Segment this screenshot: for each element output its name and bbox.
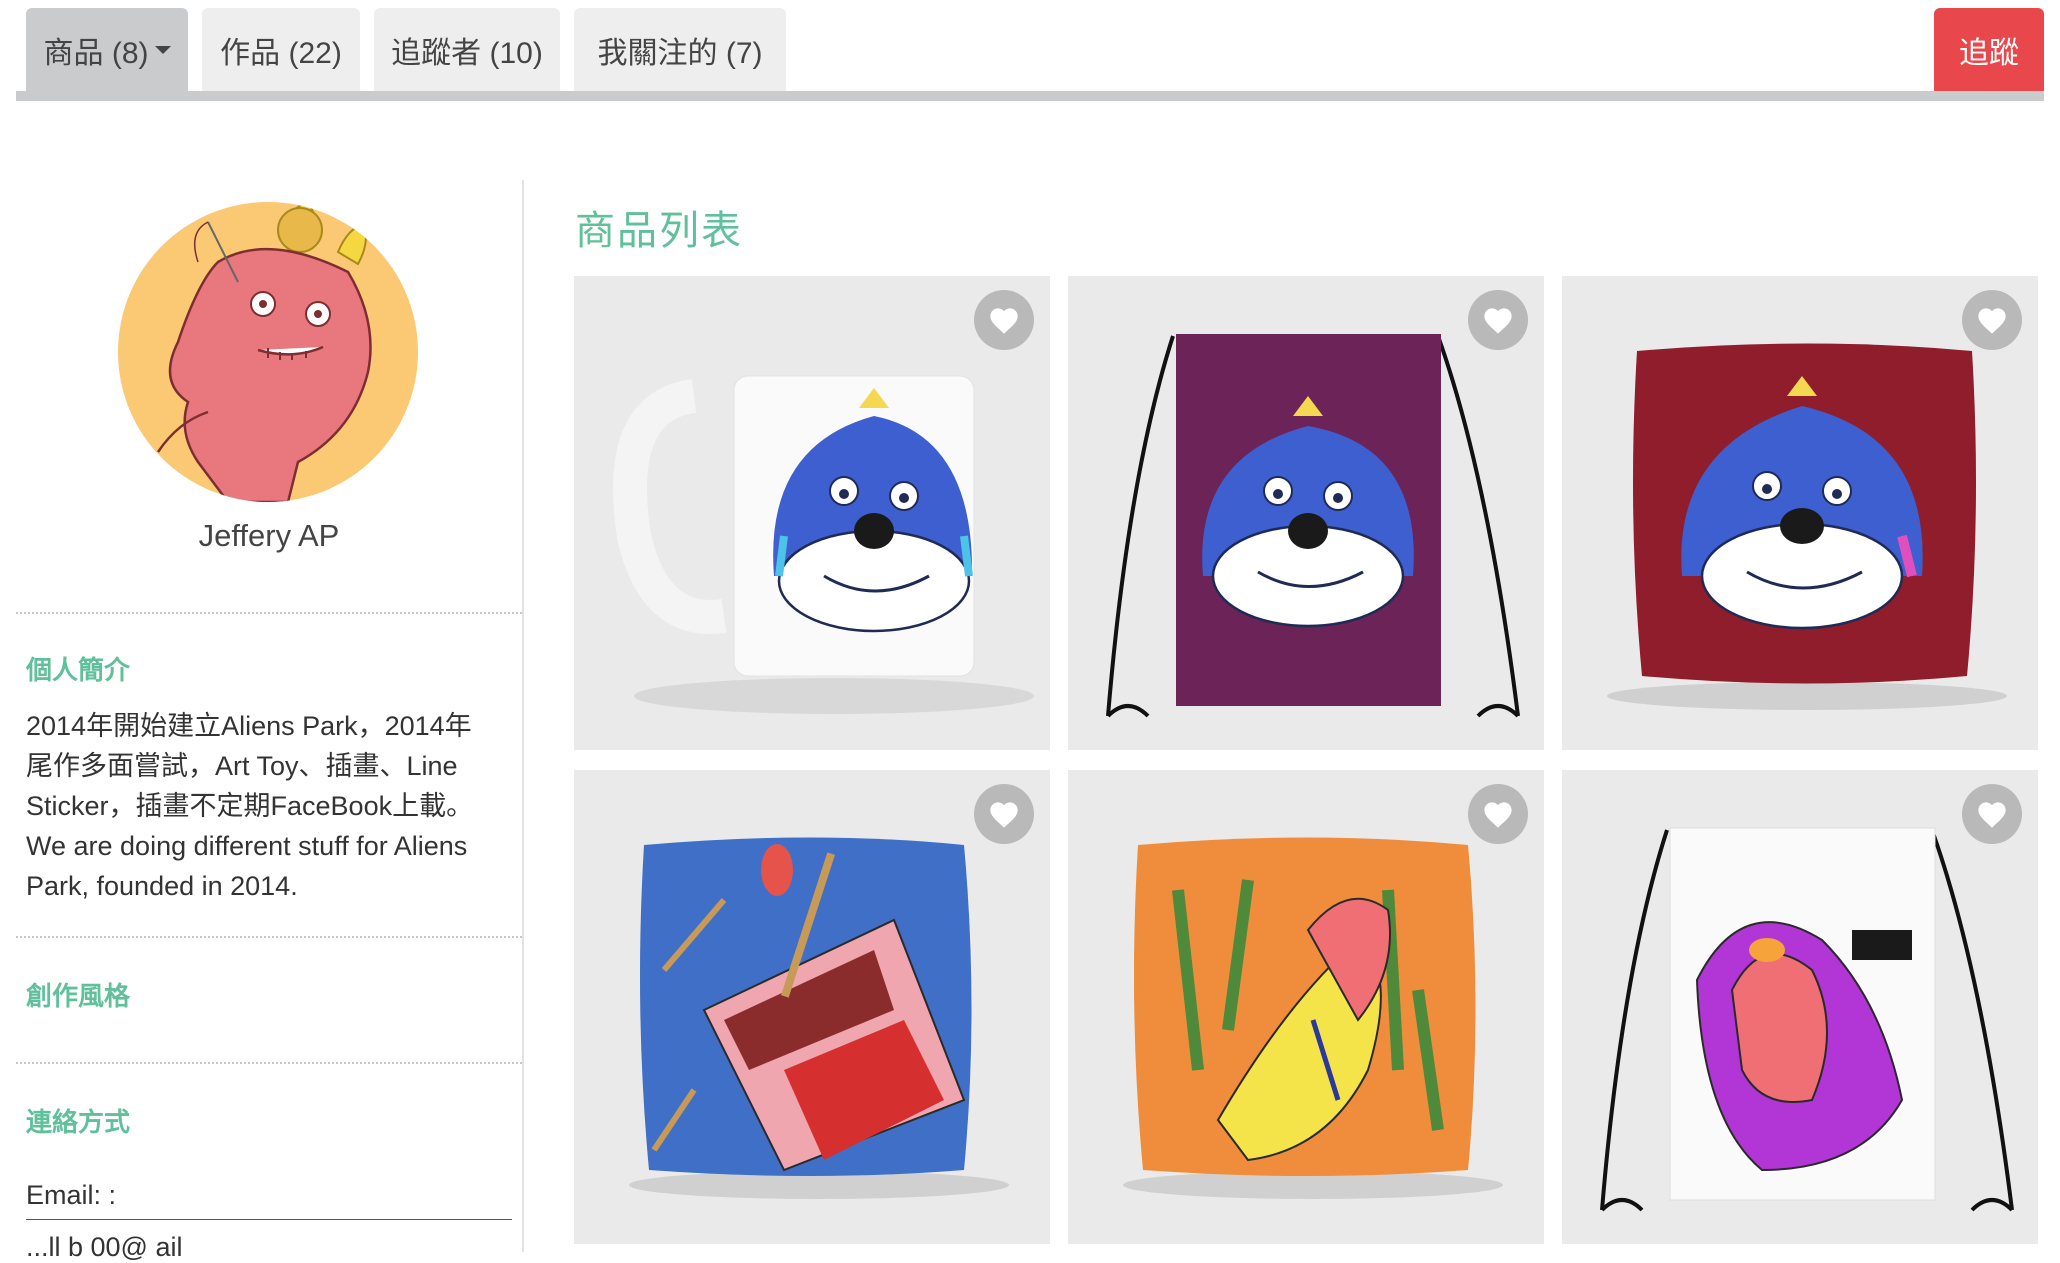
profile-tab-bar: 商品 (8) 作品 (22) 追蹤者 (10) 我關注的 (7) 追蹤: [16, 0, 2044, 104]
product-card-drawstring-bag[interactable]: [1068, 276, 1544, 750]
heart-icon: [1978, 802, 2006, 828]
bio-line: We are doing different stuff for Aliens: [26, 831, 468, 861]
tab-products[interactable]: 商品 (8): [26, 8, 188, 92]
bio-text: 2014年開始建立Aliens Park，2014年 尾作多面嘗試，Art To…: [26, 706, 516, 906]
product-image: [1068, 770, 1544, 1244]
divider: [16, 612, 522, 614]
favorite-button[interactable]: [1468, 290, 1528, 350]
heart-icon: [1484, 308, 1512, 334]
favorite-button[interactable]: [1962, 290, 2022, 350]
product-image: [574, 276, 1050, 750]
product-card-pillow-orange[interactable]: [1068, 770, 1544, 1244]
profile-sidebar: Jeffery AP 個人簡介 2014年開始建立Aliens Park，201…: [16, 180, 524, 1262]
product-image: [574, 770, 1050, 1244]
email-label: Email: :: [26, 1180, 117, 1210]
avatar: [118, 202, 418, 502]
divider: [16, 936, 522, 938]
bio-line: 2014年開始建立Aliens Park，2014年: [26, 711, 472, 741]
favorite-button[interactable]: [1468, 784, 1528, 844]
tab-followers[interactable]: 追蹤者 (10): [374, 8, 560, 92]
divider: [16, 1062, 522, 1064]
favorite-button[interactable]: [974, 290, 1034, 350]
tab-works[interactable]: 作品 (22): [202, 8, 360, 92]
bio-line: Sticker，插畫不定期FaceBook上載。: [26, 791, 474, 821]
product-image: [1562, 770, 2038, 1244]
follow-button[interactable]: 追蹤: [1934, 8, 2044, 92]
tab-bar-underline: [16, 91, 2044, 101]
email-underline: [26, 1219, 512, 1220]
tab-following-label: 我關注的 (7): [597, 37, 763, 70]
product-image: [1562, 276, 2038, 750]
heart-icon: [990, 802, 1018, 828]
heart-icon: [990, 308, 1018, 334]
product-card-pillow-red[interactable]: [1562, 276, 2038, 750]
profile-name: Jeffery AP: [198, 518, 340, 553]
product-image: [1068, 276, 1544, 750]
tab-following[interactable]: 我關注的 (7): [574, 8, 786, 92]
product-card-drawstring-bag-white[interactable]: [1562, 770, 2038, 1244]
contact-title: 連絡方式: [26, 1107, 131, 1137]
heart-icon: [1978, 308, 2006, 334]
bio-line: 尾作多面嘗試，Art Toy、插畫、Line: [26, 751, 458, 781]
style-title: 創作風格: [26, 981, 131, 1011]
tab-followers-label: 追蹤者 (10): [391, 37, 543, 70]
tab-works-label: 作品 (22): [220, 37, 342, 70]
avatar-illustration: [156, 202, 372, 502]
tab-products-label: 商品 (8): [43, 37, 149, 70]
page-title: 商品列表: [575, 209, 743, 253]
product-card-mug[interactable]: [574, 276, 1050, 750]
favorite-button[interactable]: [1962, 784, 2022, 844]
product-card-pillow-blue[interactable]: [574, 770, 1050, 1244]
favorite-button[interactable]: [974, 784, 1034, 844]
email-value[interactable]: ...ll b 00@ ail: [26, 1232, 182, 1263]
bio-title: 個人簡介: [26, 655, 131, 685]
chevron-down-icon: [154, 46, 171, 54]
bio-line: Park, founded in 2014.: [26, 871, 298, 901]
heart-icon: [1484, 802, 1512, 828]
sidebar-divider: [522, 180, 524, 1252]
follow-button-label: 追蹤: [1959, 37, 2019, 70]
